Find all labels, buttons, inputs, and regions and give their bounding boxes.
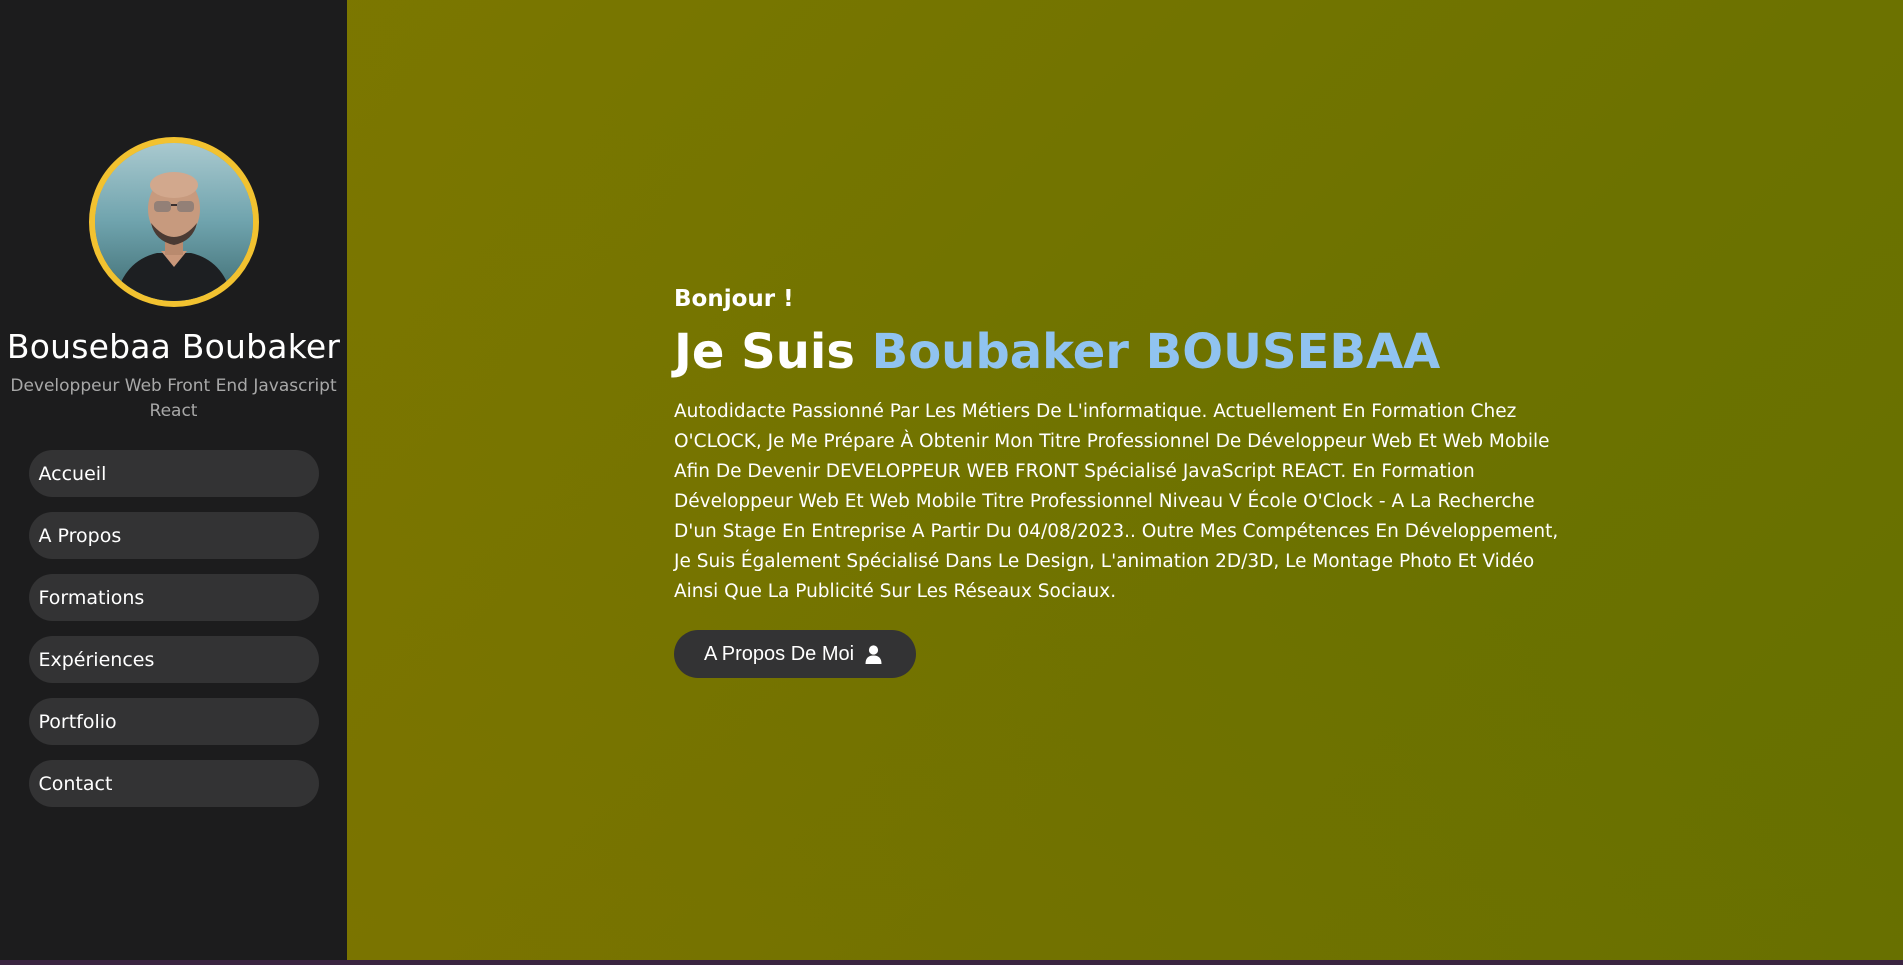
nav-item-portfolio[interactable]: Portfolio [28,698,319,745]
profile-photo [94,143,253,301]
main-content: Bonjour ! Je Suis Boubaker BOUSEBAA Auto… [347,0,1903,960]
headline-name: Boubaker BOUSEBAA [871,324,1441,380]
greeting: Bonjour ! [674,286,794,312]
sidebar: Bousebaa Boubaker Developpeur Web Front … [0,0,347,960]
nav-item-a-propos[interactable]: A Propos [28,512,319,559]
profile-name: Bousebaa Boubaker [6,327,341,366]
nav-item-experiences[interactable]: Expériences [28,636,319,683]
headline-prefix: Je Suis [674,324,872,380]
user-icon [865,644,882,664]
nav-item-formations[interactable]: Formations [28,574,319,621]
avatar [88,137,259,307]
app-root: Bousebaa Boubaker Developpeur Web Front … [0,0,1903,960]
bio-text: Autodidacte Passionné Par Les Métiers De… [674,401,1559,602]
sidebar-nav: Accueil A Propos Formations Expériences … [28,450,319,822]
profile-role: Developpeur Web Front End Javascript Rea… [10,376,337,421]
bottom-edge-strip [0,960,1903,965]
nav-item-contact[interactable]: Contact [28,760,319,807]
hero-section: Bonjour ! Je Suis Boubaker BOUSEBAA Auto… [674,286,1579,678]
nav-item-accueil[interactable]: Accueil [28,450,319,497]
about-me-button-label: A Propos De Moi [704,642,855,665]
headline: Je Suis Boubaker BOUSEBAA [674,324,1579,380]
about-me-button[interactable]: A Propos De Moi [674,630,917,678]
